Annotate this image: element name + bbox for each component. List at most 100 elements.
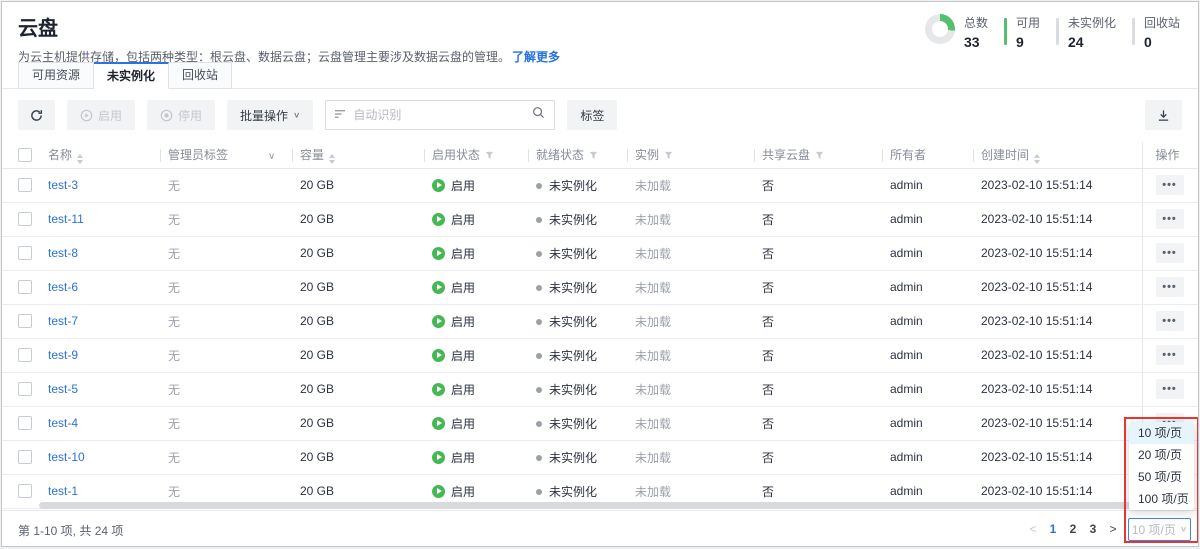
row-actions-button[interactable]: ••• xyxy=(1156,243,1184,263)
ready-status-cell: 未实例化 xyxy=(528,236,627,270)
column-header-name[interactable]: 名称 xyxy=(40,142,160,168)
ready-status-text: 未实例化 xyxy=(549,417,597,431)
prev-page-button[interactable]: < xyxy=(1028,522,1038,536)
disk-name-link[interactable]: test-8 xyxy=(48,246,78,260)
shared-disk-cell: 否 xyxy=(754,168,882,202)
row-actions-button[interactable]: ••• xyxy=(1156,209,1184,229)
row-checkbox[interactable] xyxy=(18,416,32,430)
page-size-option-50[interactable]: 50 项/页 xyxy=(1129,466,1194,488)
learn-more-link[interactable]: 了解更多 xyxy=(512,50,560,64)
disable-button[interactable]: 停用 xyxy=(147,100,215,130)
enable-status-cell: 启用 xyxy=(424,338,528,372)
page-size-select[interactable]: 10 项/页 ∨ xyxy=(1128,518,1191,541)
column-header-admin-tag[interactable]: 管理员标签∨ xyxy=(160,142,292,168)
pagination: < 1 2 3 > xyxy=(1028,522,1118,536)
sort-icon[interactable] xyxy=(329,154,335,164)
search-input[interactable] xyxy=(353,108,525,122)
table-header-row: 名称 管理员标签∨ 容量 启用状态 就绪状态 实例 共享云盘 所有者 创建时间 … xyxy=(2,142,1199,168)
row-checkbox[interactable] xyxy=(18,348,32,362)
status-dot-icon xyxy=(536,489,542,495)
owner-cell: admin xyxy=(882,168,973,202)
column-header-capacity[interactable]: 容量 xyxy=(292,142,424,168)
disk-name-link[interactable]: test-6 xyxy=(48,280,78,294)
filter-icon[interactable] xyxy=(664,149,673,163)
filter-icon[interactable] xyxy=(589,149,598,163)
row-actions-button[interactable]: ••• xyxy=(1156,345,1184,365)
created-time-cell: 2023-02-10 15:51:14 xyxy=(973,168,1142,202)
page-size-option-20[interactable]: 20 项/页 xyxy=(1129,444,1194,466)
disk-name-link[interactable]: test-7 xyxy=(48,314,78,328)
next-page-button[interactable]: > xyxy=(1108,522,1118,536)
enable-status-cell: 启用 xyxy=(424,270,528,304)
row-checkbox[interactable] xyxy=(18,212,32,226)
row-actions-button[interactable]: ••• xyxy=(1156,277,1184,297)
row-checkbox[interactable] xyxy=(18,314,32,328)
tab-available-resources[interactable]: 可用资源 xyxy=(18,62,94,89)
page-size-option-10[interactable]: 10 项/页 xyxy=(1129,422,1194,444)
tag-button[interactable]: 标签 xyxy=(567,100,617,130)
table-row: test-11 无 20 GB 启用 未实例化 未加载 否 admin 2023… xyxy=(2,202,1199,236)
batch-actions-button[interactable]: 批量操作 ∨ xyxy=(227,100,313,130)
stat-label: 未实例化 xyxy=(1068,14,1116,31)
page-number-2[interactable]: 2 xyxy=(1068,522,1078,536)
chevron-down-icon[interactable]: ∨ xyxy=(268,151,275,162)
column-header-shared-disk[interactable]: 共享云盘 xyxy=(754,142,882,168)
page-size-option-100[interactable]: 100 项/页 xyxy=(1129,488,1194,510)
disk-name-link[interactable]: test-5 xyxy=(48,382,78,396)
disk-name-link[interactable]: test-4 xyxy=(48,416,78,430)
row-actions-button[interactable]: ••• xyxy=(1156,379,1184,399)
ready-status-text: 未实例化 xyxy=(549,247,597,261)
shared-disk-cell: 否 xyxy=(754,440,882,474)
row-checkbox[interactable] xyxy=(18,178,32,192)
table-row: test-8 无 20 GB 启用 未实例化 未加载 否 admin 2023-… xyxy=(2,236,1199,270)
play-circle-icon xyxy=(80,109,93,122)
page-number-1[interactable]: 1 xyxy=(1048,522,1058,536)
enable-button[interactable]: 启用 xyxy=(67,100,135,130)
enabled-play-icon xyxy=(432,213,445,226)
horizontal-scrollbar[interactable] xyxy=(39,502,1153,509)
owner-cell: admin xyxy=(882,202,973,236)
tag-button-label: 标签 xyxy=(580,107,604,124)
disk-name-link[interactable]: test-1 xyxy=(48,484,78,498)
capacity-cell: 20 GB xyxy=(292,406,424,440)
row-actions-button[interactable]: ••• xyxy=(1156,311,1184,331)
row-checkbox[interactable] xyxy=(18,280,32,294)
admin-tag-cell: 无 xyxy=(160,440,292,474)
page-number-3[interactable]: 3 xyxy=(1088,522,1098,536)
enable-status-text: 启用 xyxy=(451,211,475,228)
sort-icon[interactable] xyxy=(1034,154,1040,164)
tab-recycle-bin[interactable]: 回收站 xyxy=(169,62,232,89)
disable-button-label: 停用 xyxy=(178,107,202,124)
instance-cell: 未加载 xyxy=(627,202,754,236)
column-header-instance[interactable]: 实例 xyxy=(627,142,754,168)
select-all-checkbox[interactable] xyxy=(18,148,32,162)
search-box[interactable] xyxy=(325,100,555,130)
tab-not-instantiated[interactable]: 未实例化 xyxy=(94,62,169,89)
admin-tag-cell: 无 xyxy=(160,338,292,372)
status-dot-icon xyxy=(536,251,542,257)
refresh-button[interactable] xyxy=(18,100,55,130)
row-checkbox[interactable] xyxy=(18,450,32,464)
disk-name-link[interactable]: test-3 xyxy=(48,178,78,192)
enable-status-text: 启用 xyxy=(451,347,475,364)
row-checkbox[interactable] xyxy=(18,484,32,498)
row-actions-button[interactable]: ••• xyxy=(1156,175,1184,195)
sort-icon[interactable] xyxy=(77,154,83,164)
capacity-cell: 20 GB xyxy=(292,440,424,474)
row-checkbox[interactable] xyxy=(18,382,32,396)
disk-name-link[interactable]: test-11 xyxy=(48,212,84,226)
filter-icon[interactable] xyxy=(485,149,494,163)
disk-name-link[interactable]: test-10 xyxy=(48,450,85,464)
enable-status-cell: 启用 xyxy=(424,406,528,440)
column-header-ready-status[interactable]: 就绪状态 xyxy=(528,142,627,168)
disk-name-link[interactable]: test-9 xyxy=(48,348,78,362)
export-button[interactable] xyxy=(1145,100,1182,130)
column-header-created[interactable]: 创建时间 xyxy=(973,142,1142,168)
tab-bar: 可用资源 未实例化 回收站 xyxy=(18,62,232,89)
instance-cell: 未加载 xyxy=(627,168,754,202)
enabled-play-icon xyxy=(432,315,445,328)
stats-panel: 总数 33 可用 9 未实例化 24 回收站 0 xyxy=(925,14,1180,50)
column-header-enable-status[interactable]: 启用状态 xyxy=(424,142,528,168)
filter-icon[interactable] xyxy=(815,149,824,163)
row-checkbox[interactable] xyxy=(18,246,32,260)
